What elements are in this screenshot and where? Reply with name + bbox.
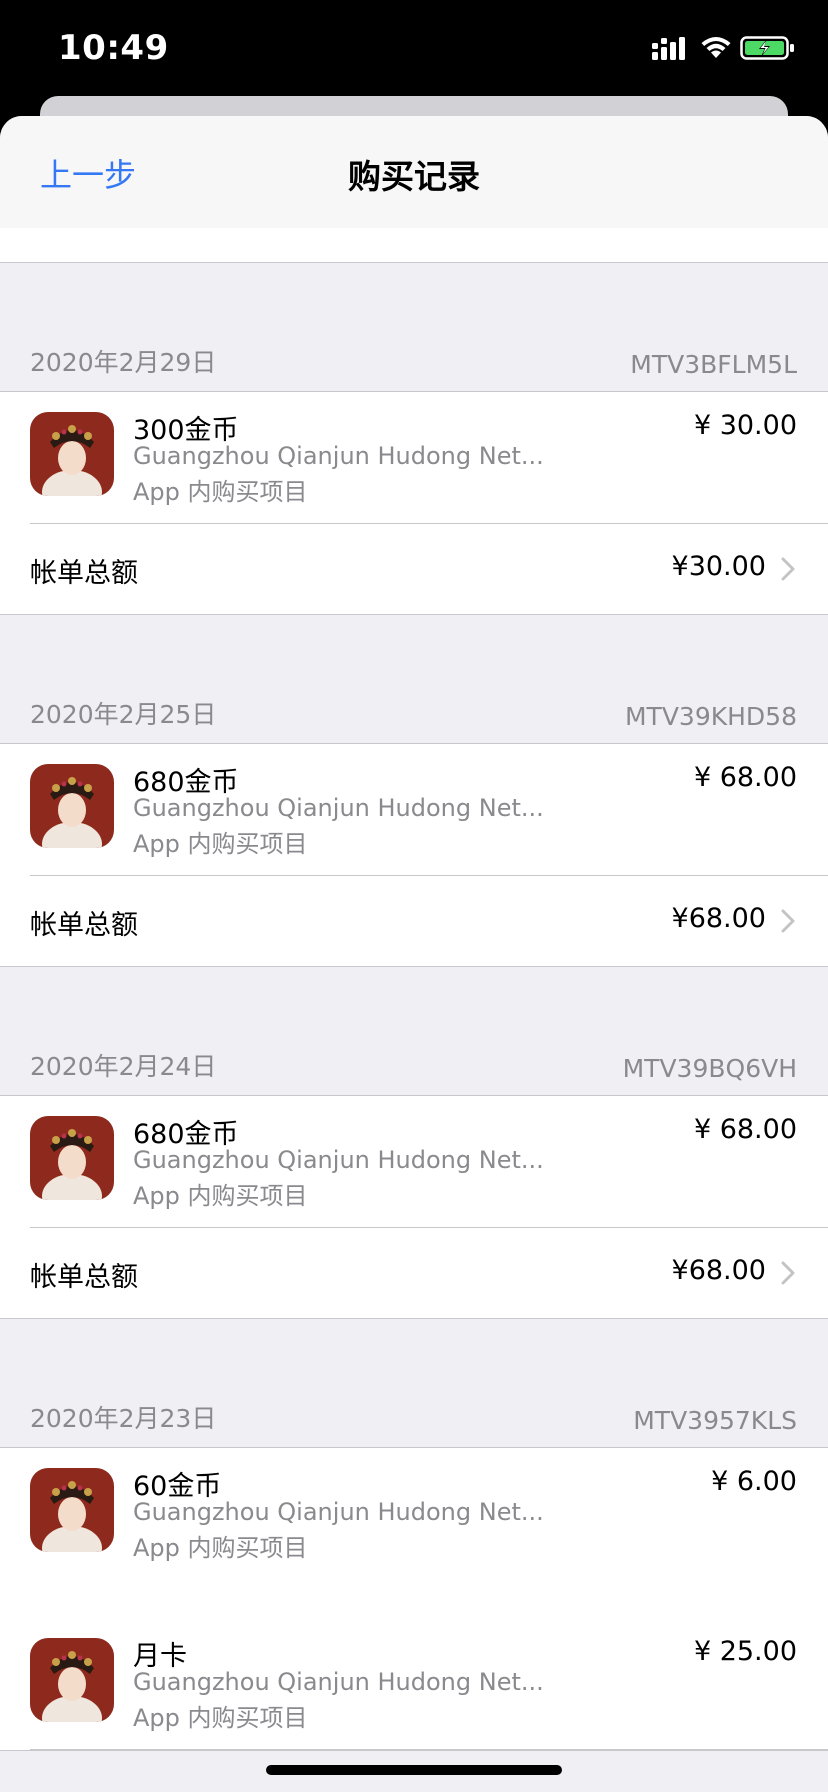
previous-group-bottom (0, 228, 828, 263)
item-developer: Guangzhou Qianjun Hudong Net... (133, 1498, 544, 1526)
page-title: 购买记录 (348, 157, 480, 196)
group-header: 2020年2月29日 MTV3BFLM5L (0, 263, 828, 391)
purchase-item-row[interactable]: 60金币 Guangzhou Qianjun Hudong Net... App… (30, 1448, 828, 1618)
order-id: MTV39KHD58 (624, 702, 797, 731)
group-body: 60金币 Guangzhou Qianjun Hudong Net... App… (0, 1447, 828, 1751)
group-body: 680金币 Guangzhou Qianjun Hudong Net... Ap… (0, 743, 828, 967)
item-price: ¥ 25.00 (693, 1636, 797, 1667)
group-body: 300金币 Guangzhou Qianjun Hudong Net... Ap… (0, 391, 828, 615)
group-header: 2020年2月25日 MTV39KHD58 (0, 615, 828, 743)
chevron-right-icon (781, 557, 795, 581)
bill-total-row[interactable]: 帐单总额 ¥68.00 (0, 1228, 828, 1318)
purchase-group: 2020年2月25日 MTV39KHD58 680金币 Guangzhou Qi… (0, 615, 828, 967)
chevron-right-icon (781, 1261, 795, 1285)
bill-total-value: ¥68.00 (671, 1255, 766, 1286)
bill-total-row[interactable]: 帐单总额 ¥30.00 (0, 524, 828, 614)
item-price: ¥ 68.00 (693, 1114, 797, 1145)
bill-total-label: 帐单总额 (30, 910, 138, 941)
item-type: App 内购买项目 (133, 830, 308, 858)
item-developer: Guangzhou Qianjun Hudong Net... (133, 442, 544, 470)
game-app-icon (30, 764, 114, 848)
item-type: App 内购买项目 (133, 1534, 308, 1562)
order-id: MTV3BFLM5L (630, 350, 797, 379)
screen: 10:49 上一步 购买记录 2020年2月29日 MTV3BFLM5L 300… (0, 0, 828, 1792)
purchase-group: 2020年2月24日 MTV39BQ6VH 680金币 Guangzhou Qi… (0, 967, 828, 1319)
cellular-signal-icon (652, 37, 685, 60)
group-date: 2020年2月24日 (30, 1052, 217, 1081)
item-type: App 内购买项目 (133, 478, 308, 506)
game-app-icon (30, 1468, 114, 1552)
item-price: ¥ 30.00 (693, 410, 797, 441)
item-price: ¥ 6.00 (711, 1466, 797, 1497)
bill-total-value: ¥30.00 (671, 551, 766, 582)
group-header: 2020年2月23日 MTV3957KLS (0, 1319, 828, 1447)
game-app-icon (30, 1116, 114, 1200)
wifi-icon (701, 37, 731, 58)
purchase-list[interactable]: 2020年2月29日 MTV3BFLM5L 300金币 Guangzhou Qi… (0, 228, 828, 1751)
chevron-right-icon (781, 909, 795, 933)
bill-total-value: ¥68.00 (671, 903, 766, 934)
group-date: 2020年2月23日 (30, 1404, 217, 1433)
item-type: App 内购买项目 (133, 1182, 308, 1210)
group-body: 680金币 Guangzhou Qianjun Hudong Net... Ap… (0, 1095, 828, 1319)
group-date: 2020年2月25日 (30, 700, 217, 729)
item-developer: Guangzhou Qianjun Hudong Net... (133, 1146, 544, 1174)
item-price: ¥ 68.00 (693, 762, 797, 793)
bill-total-label: 帐单总额 (30, 558, 138, 589)
navigation-bar: 上一步 购买记录 (0, 116, 828, 229)
group-header: 2020年2月24日 MTV39BQ6VH (0, 967, 828, 1095)
purchase-group: 2020年2月29日 MTV3BFLM5L 300金币 Guangzhou Qi… (0, 263, 828, 615)
purchase-item-row[interactable]: 680金币 Guangzhou Qianjun Hudong Net... Ap… (30, 1096, 828, 1228)
purchase-group: 2020年2月23日 MTV3957KLS 60金币 Guangzhou Qia… (0, 1319, 828, 1751)
group-date: 2020年2月29日 (30, 348, 217, 377)
order-id: MTV3957KLS (633, 1406, 797, 1435)
bill-total-row[interactable]: 帐单总额 ¥68.00 (0, 876, 828, 966)
purchase-item-row[interactable]: 300金币 Guangzhou Qianjun Hudong Net... Ap… (30, 392, 828, 524)
status-bar: 10:49 (0, 0, 828, 96)
item-type: App 内购买项目 (133, 1704, 308, 1732)
home-indicator[interactable] (266, 1765, 562, 1775)
item-developer: Guangzhou Qianjun Hudong Net... (133, 794, 544, 822)
purchase-item-row[interactable]: 680金币 Guangzhou Qianjun Hudong Net... Ap… (30, 744, 828, 876)
battery-charging-icon (740, 36, 794, 60)
game-app-icon (30, 1638, 114, 1722)
purchase-history-sheet: 上一步 购买记录 2020年2月29日 MTV3BFLM5L 300金币 Gua… (0, 116, 828, 1792)
bill-total-label: 帐单总额 (30, 1262, 138, 1293)
game-app-icon (30, 412, 114, 496)
status-time: 10:49 (58, 28, 169, 68)
purchase-item-row[interactable]: 月卡 Guangzhou Qianjun Hudong Net... App 内… (30, 1618, 828, 1750)
item-developer: Guangzhou Qianjun Hudong Net... (133, 1668, 544, 1696)
order-id: MTV39BQ6VH (622, 1054, 797, 1083)
